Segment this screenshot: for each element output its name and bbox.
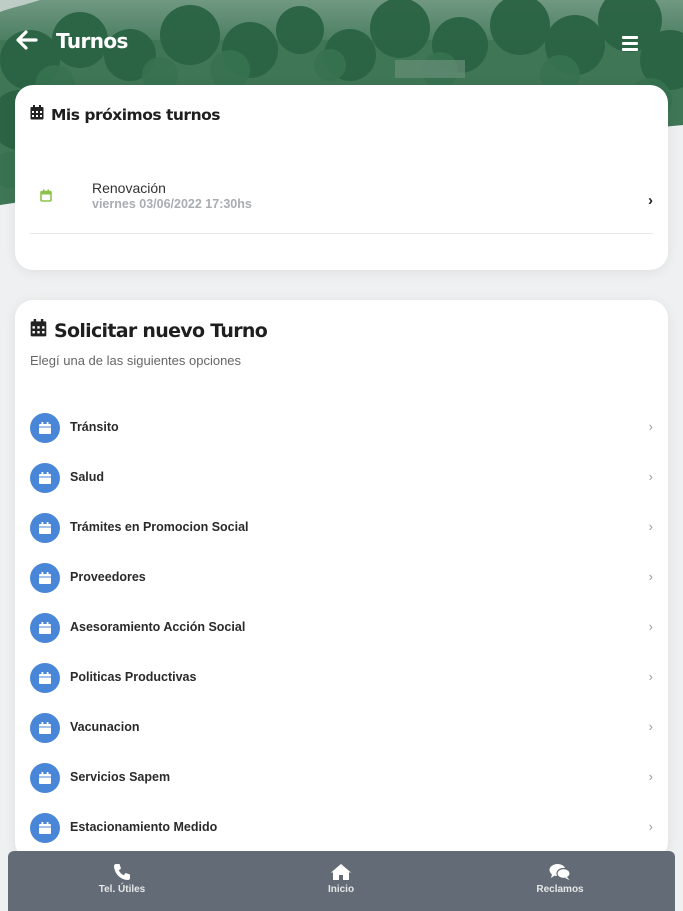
- new-appointment-title: Solicitar nuevo Turno: [54, 319, 268, 342]
- option-politicas-productivas[interactable]: Politicas Productivas ›: [30, 658, 653, 698]
- new-appointment-card: Solicitar nuevo Turno Elegí una de las s…: [15, 300, 668, 860]
- nav-inicio[interactable]: Inicio: [281, 851, 401, 911]
- calendar-icon: [30, 713, 60, 743]
- chevron-right-icon: ›: [648, 519, 653, 534]
- option-salud[interactable]: Salud ›: [30, 458, 653, 498]
- calendar-icon: [30, 613, 60, 643]
- chevron-right-icon: ›: [648, 569, 653, 584]
- hamburger-menu-icon[interactable]: [620, 34, 640, 52]
- option-label: Salud: [70, 470, 105, 484]
- calendar-icon: [30, 513, 60, 543]
- option-tramites-promocion-social[interactable]: Trámites en Promocion Social ›: [30, 508, 653, 548]
- appointment-date: viernes 03/06/2022 17:30hs: [92, 197, 252, 211]
- option-label: Estacionamiento Medido: [70, 820, 218, 834]
- back-arrow-icon[interactable]: [16, 30, 42, 54]
- chevron-right-icon: ›: [648, 769, 653, 784]
- option-estacionamiento-medido[interactable]: Estacionamiento Medido ›: [30, 808, 653, 848]
- option-label: Asesoramiento Acción Social: [70, 620, 246, 634]
- upcoming-appointments-card: Mis próximos turnos Renovación viernes 0…: [15, 85, 668, 270]
- option-vacunacion[interactable]: Vacunacion ›: [30, 708, 653, 748]
- upcoming-title: Mis próximos turnos: [51, 105, 220, 124]
- option-servicios-sapem[interactable]: Servicios Sapem ›: [30, 758, 653, 798]
- option-label: Servicios Sapem: [70, 770, 171, 784]
- calendar-icon: [30, 563, 60, 593]
- chevron-right-icon: ›: [648, 819, 653, 834]
- calendar-icon: [30, 413, 60, 443]
- calendar-icon: [30, 813, 60, 843]
- option-label: Politicas Productivas: [70, 670, 197, 684]
- upcoming-title-row: Mis próximos turnos: [30, 105, 220, 124]
- calendar-icon: [30, 105, 51, 124]
- appointment-name: Renovación: [92, 180, 166, 196]
- nav-label: Inicio: [327, 884, 355, 895]
- nav-label: Reclamos: [536, 884, 584, 895]
- nav-tel-utiles[interactable]: Tel. Útiles: [62, 851, 182, 911]
- option-asesoramiento-accion-social[interactable]: Asesoramiento Acción Social ›: [30, 608, 653, 648]
- chevron-right-icon: ›: [648, 669, 653, 684]
- option-label: Proveedores: [70, 570, 146, 584]
- calendar-icon: [30, 763, 60, 793]
- option-proveedores[interactable]: Proveedores ›: [30, 558, 653, 598]
- calendar-icon: [30, 463, 60, 493]
- phone-icon: [114, 864, 130, 880]
- calendar-icon: [30, 319, 54, 342]
- nav-label: Tel. Útiles: [98, 884, 146, 895]
- option-label: Tránsito: [70, 420, 119, 434]
- chevron-right-icon: ›: [648, 619, 653, 634]
- chevron-right-icon: ›: [648, 719, 653, 734]
- option-transito[interactable]: Tránsito ›: [30, 408, 653, 448]
- appointment-item[interactable]: Renovación viernes 03/06/2022 17:30hs ›: [30, 165, 653, 234]
- nav-reclamos[interactable]: Reclamos: [500, 851, 620, 911]
- calendar-outline-icon: [40, 189, 52, 207]
- option-label: Trámites en Promocion Social: [70, 520, 249, 534]
- option-label: Vacunacion: [70, 720, 140, 734]
- chevron-right-icon: ›: [648, 469, 653, 484]
- new-appointment-title-row: Solicitar nuevo Turno: [30, 319, 268, 342]
- chat-icon: [549, 864, 571, 880]
- home-icon: [331, 864, 351, 880]
- calendar-icon: [30, 663, 60, 693]
- bottom-navigation: Tel. Útiles Inicio Reclamos: [8, 851, 675, 911]
- app-bar: Turnos: [0, 0, 683, 84]
- chevron-right-icon: ›: [648, 192, 653, 209]
- page-title: Turnos: [56, 29, 128, 53]
- chevron-right-icon: ›: [648, 419, 653, 434]
- new-appointment-subtitle: Elegí una de las siguientes opciones: [30, 353, 242, 368]
